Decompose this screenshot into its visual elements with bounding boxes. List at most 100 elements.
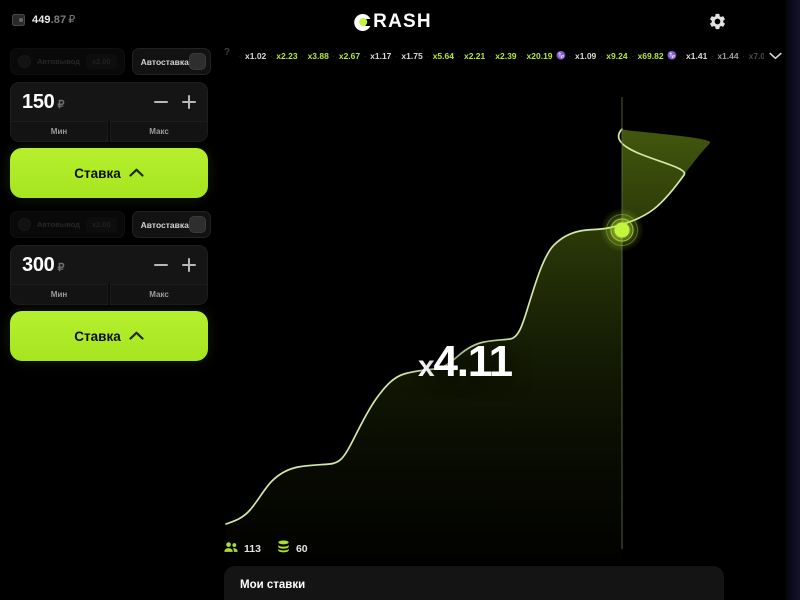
minmax-row-2: Мин Макс bbox=[10, 284, 208, 305]
history-item[interactable]: · x2.21 bbox=[455, 50, 486, 62]
history-multiplier: x2.39 bbox=[495, 50, 517, 61]
min-button[interactable]: Мин bbox=[10, 121, 108, 142]
round-stats: 113 60 bbox=[224, 540, 308, 558]
autobet-toggle-2[interactable]: Автоставка bbox=[131, 211, 211, 238]
autobet-toggle-1[interactable]: Автоставка bbox=[131, 48, 211, 75]
history-multiplier: x2.67 bbox=[338, 50, 361, 61]
autocashout-toggle-2[interactable]: Автовывод x2.00 bbox=[10, 211, 125, 238]
history-separator-icon: · bbox=[457, 50, 461, 61]
history-icon bbox=[222, 47, 234, 62]
round-history-list: · x1.02 · x2.23 · x3.88 · x2.67 · x1.17 · x1.75 · x5.… bbox=[236, 50, 765, 62]
max-button[interactable]: Макс bbox=[110, 284, 208, 305]
history-item[interactable]: · x20.19 ♑ bbox=[518, 50, 566, 62]
history-item[interactable]: · x1.44 bbox=[708, 50, 739, 62]
minus-icon[interactable] bbox=[154, 95, 168, 109]
autocashout-value[interactable]: x2.00 bbox=[85, 217, 117, 232]
bet-amount-currency: ₽ bbox=[57, 261, 65, 274]
history-item[interactable]: · x1.75 bbox=[392, 50, 423, 62]
minus-icon[interactable] bbox=[154, 258, 168, 272]
history-item[interactable]: · x1.41 bbox=[677, 50, 708, 62]
history-separator-icon: · bbox=[238, 50, 242, 61]
history-separator-icon: · bbox=[520, 50, 524, 61]
autocashout-label: Автовывод bbox=[37, 57, 80, 66]
history-item[interactable]: · x3.88 bbox=[299, 50, 330, 62]
chart-area-fill bbox=[226, 129, 711, 559]
bet-amount-field-2[interactable]: 300 ₽ bbox=[10, 245, 208, 284]
bet-amount-steppers-1 bbox=[154, 95, 196, 109]
history-item[interactable]: · x2.39 bbox=[486, 50, 517, 62]
history-separator-icon: · bbox=[710, 50, 714, 61]
history-item[interactable]: ·x7.01 bbox=[740, 50, 764, 62]
bet-amount-value: 300 bbox=[22, 253, 55, 276]
history-item[interactable]: · x9.24 bbox=[597, 50, 628, 62]
history-multiplier: x20.19 bbox=[526, 50, 553, 61]
rocket-dot-icon bbox=[600, 208, 644, 252]
history-separator-icon: · bbox=[599, 50, 603, 61]
flame-icon: ♑ bbox=[667, 51, 678, 60]
chevron-up-icon bbox=[129, 164, 144, 182]
autocashout-switch-icon[interactable] bbox=[18, 218, 31, 231]
wallet-icon bbox=[12, 13, 25, 26]
history-item[interactable]: · x2.23 bbox=[267, 50, 298, 62]
betting-sidebar: Автовывод x2.00 Автоставка 150 ₽ Мин Мак… bbox=[0, 42, 218, 600]
autobet-switch-icon[interactable] bbox=[188, 216, 206, 233]
auto-controls-row-2: Автовывод x2.00 Автоставка bbox=[10, 211, 211, 238]
history-item[interactable]: · x2.67 bbox=[330, 50, 361, 62]
round-history-bar: ·x1.02·x2.23·x3.88·x2.67·x1.17·x1.75·x5.… bbox=[218, 42, 786, 69]
autocashout-switch-icon[interactable] bbox=[18, 55, 31, 68]
crash-chart-svg bbox=[225, 97, 711, 559]
my-bets-panel[interactable]: Мои ставки bbox=[224, 566, 724, 600]
plus-icon[interactable] bbox=[182, 258, 196, 272]
history-item[interactable]: · x1.09 bbox=[566, 50, 597, 62]
players-icon bbox=[224, 540, 238, 558]
history-multiplier: x2.21 bbox=[463, 50, 486, 61]
logo-text: RASH bbox=[373, 11, 432, 32]
plus-icon[interactable] bbox=[182, 95, 196, 109]
autocashout-label: Автовывод bbox=[37, 220, 80, 229]
balance-integer: 449 bbox=[32, 14, 51, 26]
history-separator-icon: · bbox=[426, 50, 430, 61]
chevron-up-icon bbox=[129, 327, 144, 345]
autobet-label: Автоставка bbox=[140, 56, 189, 67]
autocashout-toggle-1[interactable]: Автовывод x2.00 bbox=[10, 48, 125, 75]
history-multiplier: x9.24 bbox=[606, 50, 628, 61]
players-count: 113 bbox=[244, 543, 261, 555]
history-item[interactable]: · x1.02 bbox=[236, 50, 267, 62]
bet-amount-currency: ₽ bbox=[57, 98, 65, 111]
history-separator-icon: · bbox=[301, 50, 305, 61]
stake-button-2[interactable]: Ставка bbox=[10, 311, 208, 361]
crash-logo: RASH bbox=[354, 11, 432, 33]
bet-amount-field-1[interactable]: 150 ₽ bbox=[10, 82, 208, 121]
my-bets-title: Мои ставки bbox=[240, 579, 306, 591]
history-multiplier: x1.75 bbox=[401, 50, 423, 61]
history-separator-icon: · bbox=[488, 50, 492, 61]
history-multiplier: x7.01 bbox=[748, 50, 764, 61]
history-separator-icon: · bbox=[332, 50, 336, 61]
history-item[interactable]: · x69.82 ♑ bbox=[629, 50, 677, 62]
chevron-down-icon[interactable] bbox=[764, 52, 786, 60]
autobet-label: Автоставка bbox=[140, 219, 189, 230]
max-button[interactable]: Макс bbox=[110, 121, 208, 142]
bet-amount-steppers-2 bbox=[154, 258, 196, 272]
history-item[interactable]: · x5.64 bbox=[424, 50, 455, 62]
history-separator-icon: · bbox=[568, 50, 572, 61]
history-separator-icon: · bbox=[679, 50, 683, 61]
coins-icon bbox=[277, 540, 290, 558]
bet-amount-wrap: 300 ₽ bbox=[22, 254, 64, 277]
history-multiplier: x1.41 bbox=[686, 50, 708, 61]
app-header: 449.87 ₽ RASH bbox=[0, 0, 786, 42]
history-separator-icon: · bbox=[394, 50, 398, 61]
crash-logo-mark-icon bbox=[354, 13, 373, 31]
flame-icon: ♑ bbox=[556, 51, 566, 60]
bet-card-2: Автовывод x2.00 Автоставка 300 ₽ Мин Мак… bbox=[10, 211, 211, 361]
balance-currency: ₽ bbox=[68, 14, 76, 26]
history-item[interactable]: · x1.17 bbox=[361, 50, 392, 62]
min-button[interactable]: Мин bbox=[10, 284, 108, 305]
players-stat: 113 bbox=[224, 540, 261, 558]
gear-icon[interactable] bbox=[708, 12, 727, 31]
stake-button-1[interactable]: Ставка bbox=[10, 148, 208, 198]
autobet-switch-icon[interactable] bbox=[188, 53, 206, 70]
autocashout-value[interactable]: x2.00 bbox=[85, 54, 117, 69]
bet-amount-value: 150 bbox=[22, 90, 55, 113]
balance-display[interactable]: 449.87 ₽ bbox=[12, 13, 75, 26]
